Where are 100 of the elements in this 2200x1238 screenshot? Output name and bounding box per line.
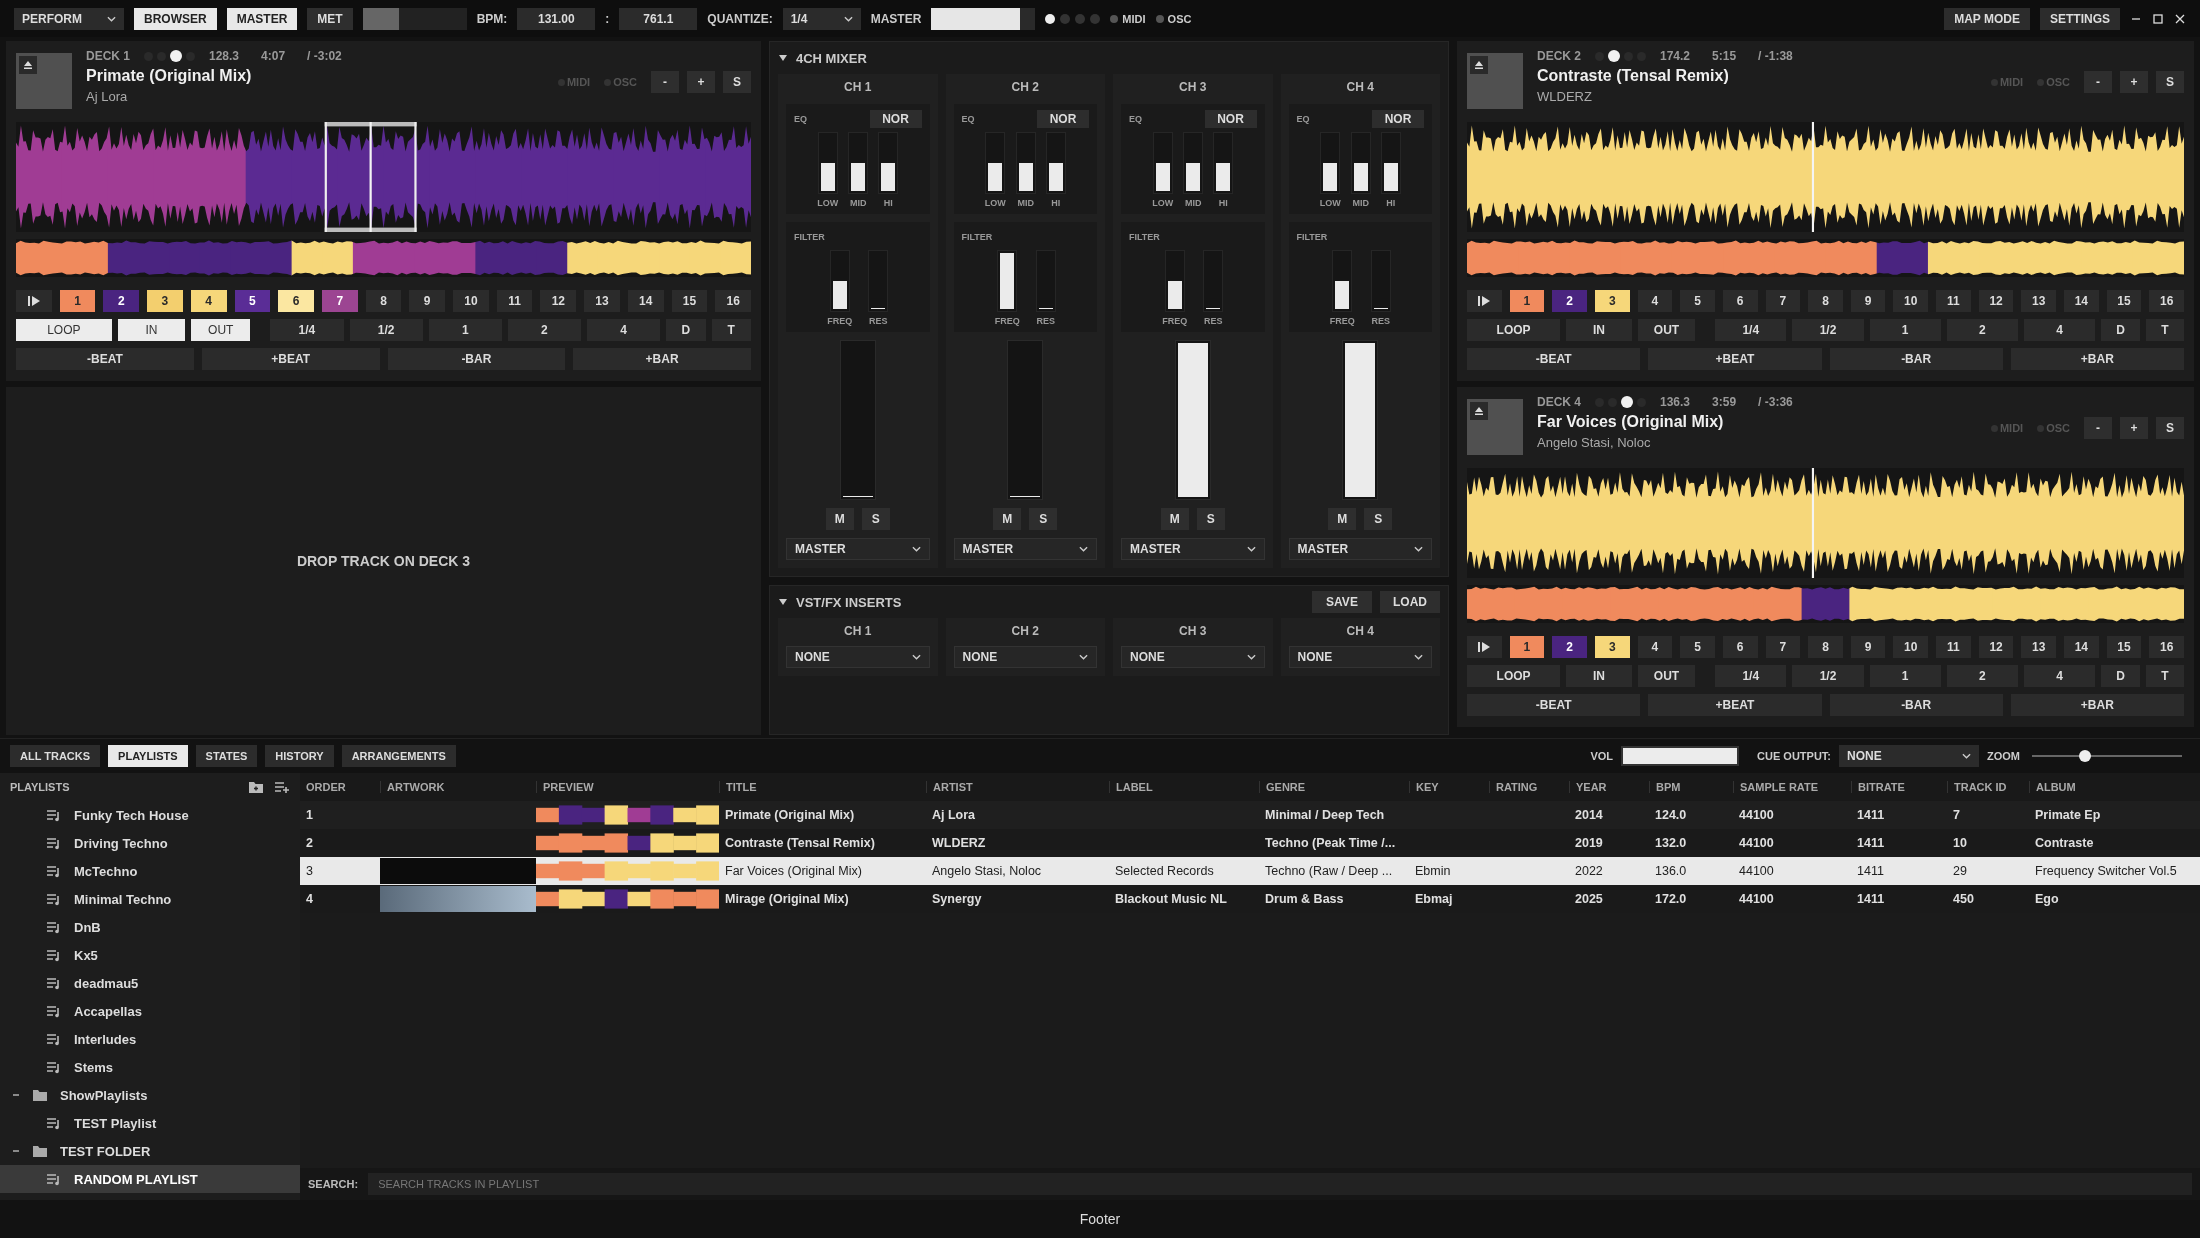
hotcue-button[interactable]: 13: [2021, 636, 2057, 658]
loop-size-button[interactable]: 1: [1869, 319, 1941, 341]
playlist-item[interactable]: Interludes: [0, 1025, 300, 1053]
column-header[interactable]: SAMPLE RATE: [1733, 781, 1851, 793]
solo-button[interactable]: S: [1029, 508, 1058, 530]
hotcue-button[interactable]: 11: [1936, 636, 1971, 658]
playlist-item[interactable]: Stems: [0, 1053, 300, 1081]
tree-toggle-icon[interactable]: [12, 1147, 20, 1155]
deck-button[interactable]: -: [651, 71, 679, 93]
column-header[interactable]: LABEL: [1109, 781, 1259, 793]
deck-button[interactable]: S: [2156, 417, 2184, 439]
close-icon[interactable]: [2174, 12, 2186, 25]
hotcue-button[interactable]: 13: [584, 290, 620, 312]
hotcue-button[interactable]: 14: [2064, 636, 2099, 658]
hotcue-button[interactable]: 12: [1978, 636, 2014, 658]
fx-button[interactable]: LOAD: [1380, 591, 1440, 613]
hotcue-button[interactable]: 15: [2106, 636, 2142, 658]
eq-slider[interactable]: [1213, 132, 1234, 194]
browser-tab[interactable]: STATES: [195, 745, 258, 767]
column-header[interactable]: ORDER: [306, 781, 380, 793]
eject-button[interactable]: [1470, 402, 1488, 420]
waveform-drawing[interactable]: [1467, 122, 2184, 232]
collapse-triangle-icon[interactable]: [778, 598, 788, 606]
column-header[interactable]: YEAR: [1569, 781, 1649, 793]
playlist-item[interactable]: DnB: [0, 913, 300, 941]
loop-size-button[interactable]: 1: [1869, 665, 1941, 687]
hotcue-button[interactable]: 6: [1722, 636, 1758, 658]
hotcue-button[interactable]: 11: [1936, 290, 1971, 312]
loop-size-button[interactable]: D: [666, 319, 706, 341]
loop-size-button[interactable]: 1/4: [270, 319, 344, 341]
position-field[interactable]: 761.1: [619, 7, 698, 30]
column-header[interactable]: TRACK ID: [1947, 781, 2029, 793]
eq-slider[interactable]: [878, 132, 899, 194]
playlist-item[interactable]: Funky Tech House: [0, 801, 300, 829]
beat-jump-button[interactable]: -BAR: [1829, 694, 2003, 716]
hotcue-button[interactable]: 10: [1893, 636, 1929, 658]
playlist-item[interactable]: ShowPlaylists: [0, 1081, 300, 1109]
overview-waveform-drawing[interactable]: [1467, 239, 2184, 277]
insert-select[interactable]: NONE: [1121, 646, 1265, 668]
cue-play-button[interactable]: [1467, 290, 1502, 312]
deck-button[interactable]: S: [2156, 71, 2184, 93]
beat-jump-button[interactable]: +BEAT: [201, 348, 380, 370]
loop-button[interactable]: LOOP: [1467, 665, 1561, 687]
quantize-select[interactable]: 1/4: [782, 7, 861, 30]
hotcue-button[interactable]: 14: [627, 290, 664, 312]
collapse-triangle-icon[interactable]: [778, 54, 788, 62]
hotcue-button[interactable]: 1: [59, 290, 96, 312]
column-header[interactable]: ALBUM: [2029, 781, 2200, 793]
hotcue-button[interactable]: 5: [1680, 636, 1715, 658]
hotcue-button[interactable]: 9: [1850, 636, 1886, 658]
filter-slider[interactable]: [1035, 250, 1056, 312]
output-select[interactable]: MASTER: [953, 538, 1097, 560]
eq-mode-button[interactable]: NOR: [1037, 110, 1089, 128]
filter-slider[interactable]: [1203, 250, 1224, 312]
hotcue-button[interactable]: 14: [2064, 290, 2099, 312]
playlist-item[interactable]: Driving Techno: [0, 829, 300, 857]
mute-button[interactable]: M: [993, 508, 1022, 530]
master-slider[interactable]: [931, 7, 1036, 30]
loop-size-button[interactable]: T: [711, 319, 751, 341]
tree-toggle-icon[interactable]: [12, 1091, 20, 1099]
loop-size-button[interactable]: 2: [1946, 665, 2019, 687]
loop-button[interactable]: OUT: [1637, 665, 1696, 687]
hotcue-button[interactable]: 11: [496, 290, 533, 312]
output-select[interactable]: MASTER: [1121, 538, 1265, 560]
column-header[interactable]: GENRE: [1259, 781, 1409, 793]
overview-waveform-drawing[interactable]: [16, 239, 751, 277]
hotcue-button[interactable]: 6: [278, 290, 314, 312]
toggle-button[interactable]: MASTER: [226, 7, 298, 30]
eq-slider[interactable]: [985, 132, 1006, 194]
beat-jump-button[interactable]: +BEAT: [1648, 694, 1822, 716]
beat-jump-button[interactable]: -BEAT: [16, 348, 194, 370]
beat-jump-button[interactable]: -BEAT: [1467, 694, 1641, 716]
loop-button[interactable]: LOOP: [1467, 319, 1561, 341]
eq-slider[interactable]: [1183, 132, 1204, 194]
filter-slider[interactable]: [829, 250, 850, 312]
hotcue-button[interactable]: 5: [1680, 290, 1715, 312]
insert-select[interactable]: NONE: [953, 646, 1097, 668]
column-header[interactable]: PREVIEW: [536, 781, 719, 793]
loop-size-button[interactable]: 1/4: [1715, 319, 1787, 341]
playlist-item[interactable]: TEST FOLDER: [0, 1137, 300, 1165]
deck-button[interactable]: +: [687, 71, 715, 93]
hotcue-button[interactable]: 16: [2149, 290, 2184, 312]
playlist-item[interactable]: Minimal Techno: [0, 885, 300, 913]
column-header[interactable]: ARTWORK: [380, 781, 536, 793]
loop-size-button[interactable]: D: [2101, 319, 2140, 341]
hotcue-button[interactable]: 8: [365, 290, 402, 312]
column-header[interactable]: BPM: [1649, 781, 1733, 793]
loop-button[interactable]: IN: [1566, 319, 1632, 341]
overview-waveform-drawing[interactable]: [1467, 585, 2184, 623]
hotcue-button[interactable]: 16: [2149, 636, 2184, 658]
beat-jump-button[interactable]: -BEAT: [1467, 348, 1641, 370]
hotcue-button[interactable]: 2: [103, 290, 140, 312]
loop-size-button[interactable]: 1/2: [349, 319, 423, 341]
eq-mode-button[interactable]: NOR: [1372, 110, 1424, 128]
hotcue-button[interactable]: 4: [190, 290, 227, 312]
playlist-item[interactable]: TEST Playlist: [0, 1109, 300, 1137]
deck-button[interactable]: -: [2084, 417, 2112, 439]
waveform-drawing[interactable]: [1467, 468, 2184, 578]
beat-jump-button[interactable]: -BAR: [387, 348, 566, 370]
hotcue-button[interactable]: 3: [1594, 290, 1630, 312]
